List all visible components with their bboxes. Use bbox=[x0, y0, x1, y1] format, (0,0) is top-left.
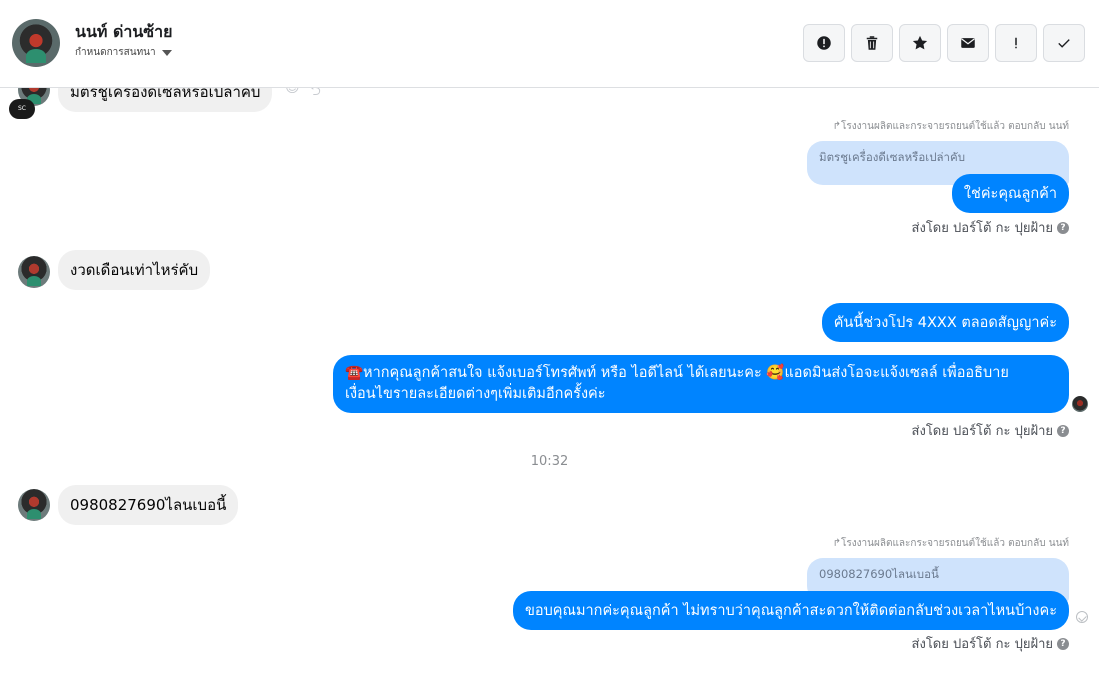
sent-by-text: ส่งโดย ปอร์โต้ กะ ปุยฝ้าย bbox=[911, 221, 1053, 236]
outgoing-message[interactable]: ☎️หากคุณลูกค้าสนใจ แจ้งเบอร์โทรศัพท์ หรื… bbox=[333, 355, 1069, 413]
outgoing-message[interactable]: ขอบคุณมากค่ะคุณลูกค้า ไม่ทราบว่าคุณลูกค้… bbox=[512, 591, 1069, 630]
contact-avatar-small bbox=[18, 256, 50, 288]
important-button[interactable] bbox=[995, 24, 1037, 62]
spam-icon bbox=[817, 36, 831, 50]
outgoing-message[interactable]: คันนี้ช่วงโปร 4XXX ตลอดสัญญาค่ะ bbox=[821, 303, 1069, 342]
sent-by-label: ส่งโดย ปอร์โต้ กะ ปุยฝ้าย ? bbox=[912, 633, 1069, 654]
sent-by-label: ส่งโดย ปอร์โต้ กะ ปุยฝ้าย ? bbox=[912, 420, 1069, 441]
spam-button[interactable] bbox=[803, 24, 845, 62]
caret-down-icon bbox=[161, 49, 172, 56]
mark-done-button[interactable] bbox=[1043, 24, 1085, 62]
read-receipt-avatar bbox=[1072, 396, 1088, 412]
help-icon[interactable]: ? bbox=[1057, 424, 1069, 437]
page-logo-badge: SC bbox=[9, 99, 35, 119]
sent-by-text: ส่งโดย ปอร์โต้ กะ ปุยฝ้าย bbox=[911, 637, 1053, 652]
reply-context-note: ↱โรงงานผลิตและกระจายรถยนต์ใช้แล้ว ตอบกลั… bbox=[832, 538, 1069, 549]
outgoing-message[interactable]: ใช่ค่ะคุณลูกค้า bbox=[951, 174, 1069, 213]
conversation-schedule-dropdown[interactable]: กำหนดการสนทนา bbox=[75, 45, 172, 60]
delivered-check-icon bbox=[1076, 611, 1088, 623]
delete-button[interactable] bbox=[851, 24, 893, 62]
mail-icon bbox=[961, 38, 975, 48]
incoming-message[interactable]: งวดเดือนเท่าไหร่คับ bbox=[58, 250, 211, 290]
contact-name[interactable]: นนท์ ด่านซ้าย bbox=[75, 20, 173, 45]
help-icon[interactable]: ? bbox=[1057, 221, 1069, 234]
sent-by-text: ส่งโดย ปอร์โต้ กะ ปุยฝ้าย bbox=[911, 424, 1053, 439]
message-thread[interactable]: SC มิตรชูเครื่องดีเซลหรือเปล่าคับ ☺ ⮌ ↱โ… bbox=[0, 88, 1099, 676]
message-line: ☎️หากคุณลูกค้าสนใจ แจ้งเบอร์โทรศัพท์ หรื… bbox=[345, 365, 1009, 381]
help-icon[interactable]: ? bbox=[1057, 637, 1069, 650]
contact-avatar-small bbox=[18, 489, 50, 521]
checkmark-icon bbox=[1058, 39, 1070, 48]
trash-icon bbox=[866, 36, 878, 50]
mark-unread-button[interactable] bbox=[947, 24, 989, 62]
sent-by-label: ส่งโดย ปอร์โต้ กะ ปุยฝ้าย ? bbox=[912, 217, 1069, 238]
schedule-label: กำหนดการสนทนา bbox=[75, 47, 156, 58]
message-line: เงื่อนไขรายละเอียดต่างๆเพิ่มเติมอีกครั้ง… bbox=[345, 386, 606, 402]
incoming-message[interactable]: มิตรชูเครื่องดีเซลหรือเปล่าคับ bbox=[58, 88, 273, 112]
emoji-react-icon[interactable]: ☺ bbox=[285, 88, 300, 104]
reply-icon[interactable]: ⮌ bbox=[310, 88, 321, 104]
reply-context-note: ↱โรงงานผลิตและกระจายรถยนต์ใช้แล้ว ตอบกลั… bbox=[832, 121, 1069, 132]
star-icon bbox=[912, 35, 928, 50]
contact-avatar[interactable] bbox=[12, 19, 60, 67]
star-button[interactable] bbox=[899, 24, 941, 62]
conversation-header: นนท์ ด่านซ้าย กำหนดการสนทนา bbox=[0, 0, 1099, 88]
important-icon bbox=[1015, 37, 1017, 49]
header-actions bbox=[803, 24, 1085, 62]
incoming-message[interactable]: 0980827690ไลนเบอนี้ bbox=[58, 485, 239, 525]
message-timestamp: 10:32 bbox=[530, 454, 569, 469]
message-actions: ☺ ⮌ bbox=[285, 88, 321, 104]
